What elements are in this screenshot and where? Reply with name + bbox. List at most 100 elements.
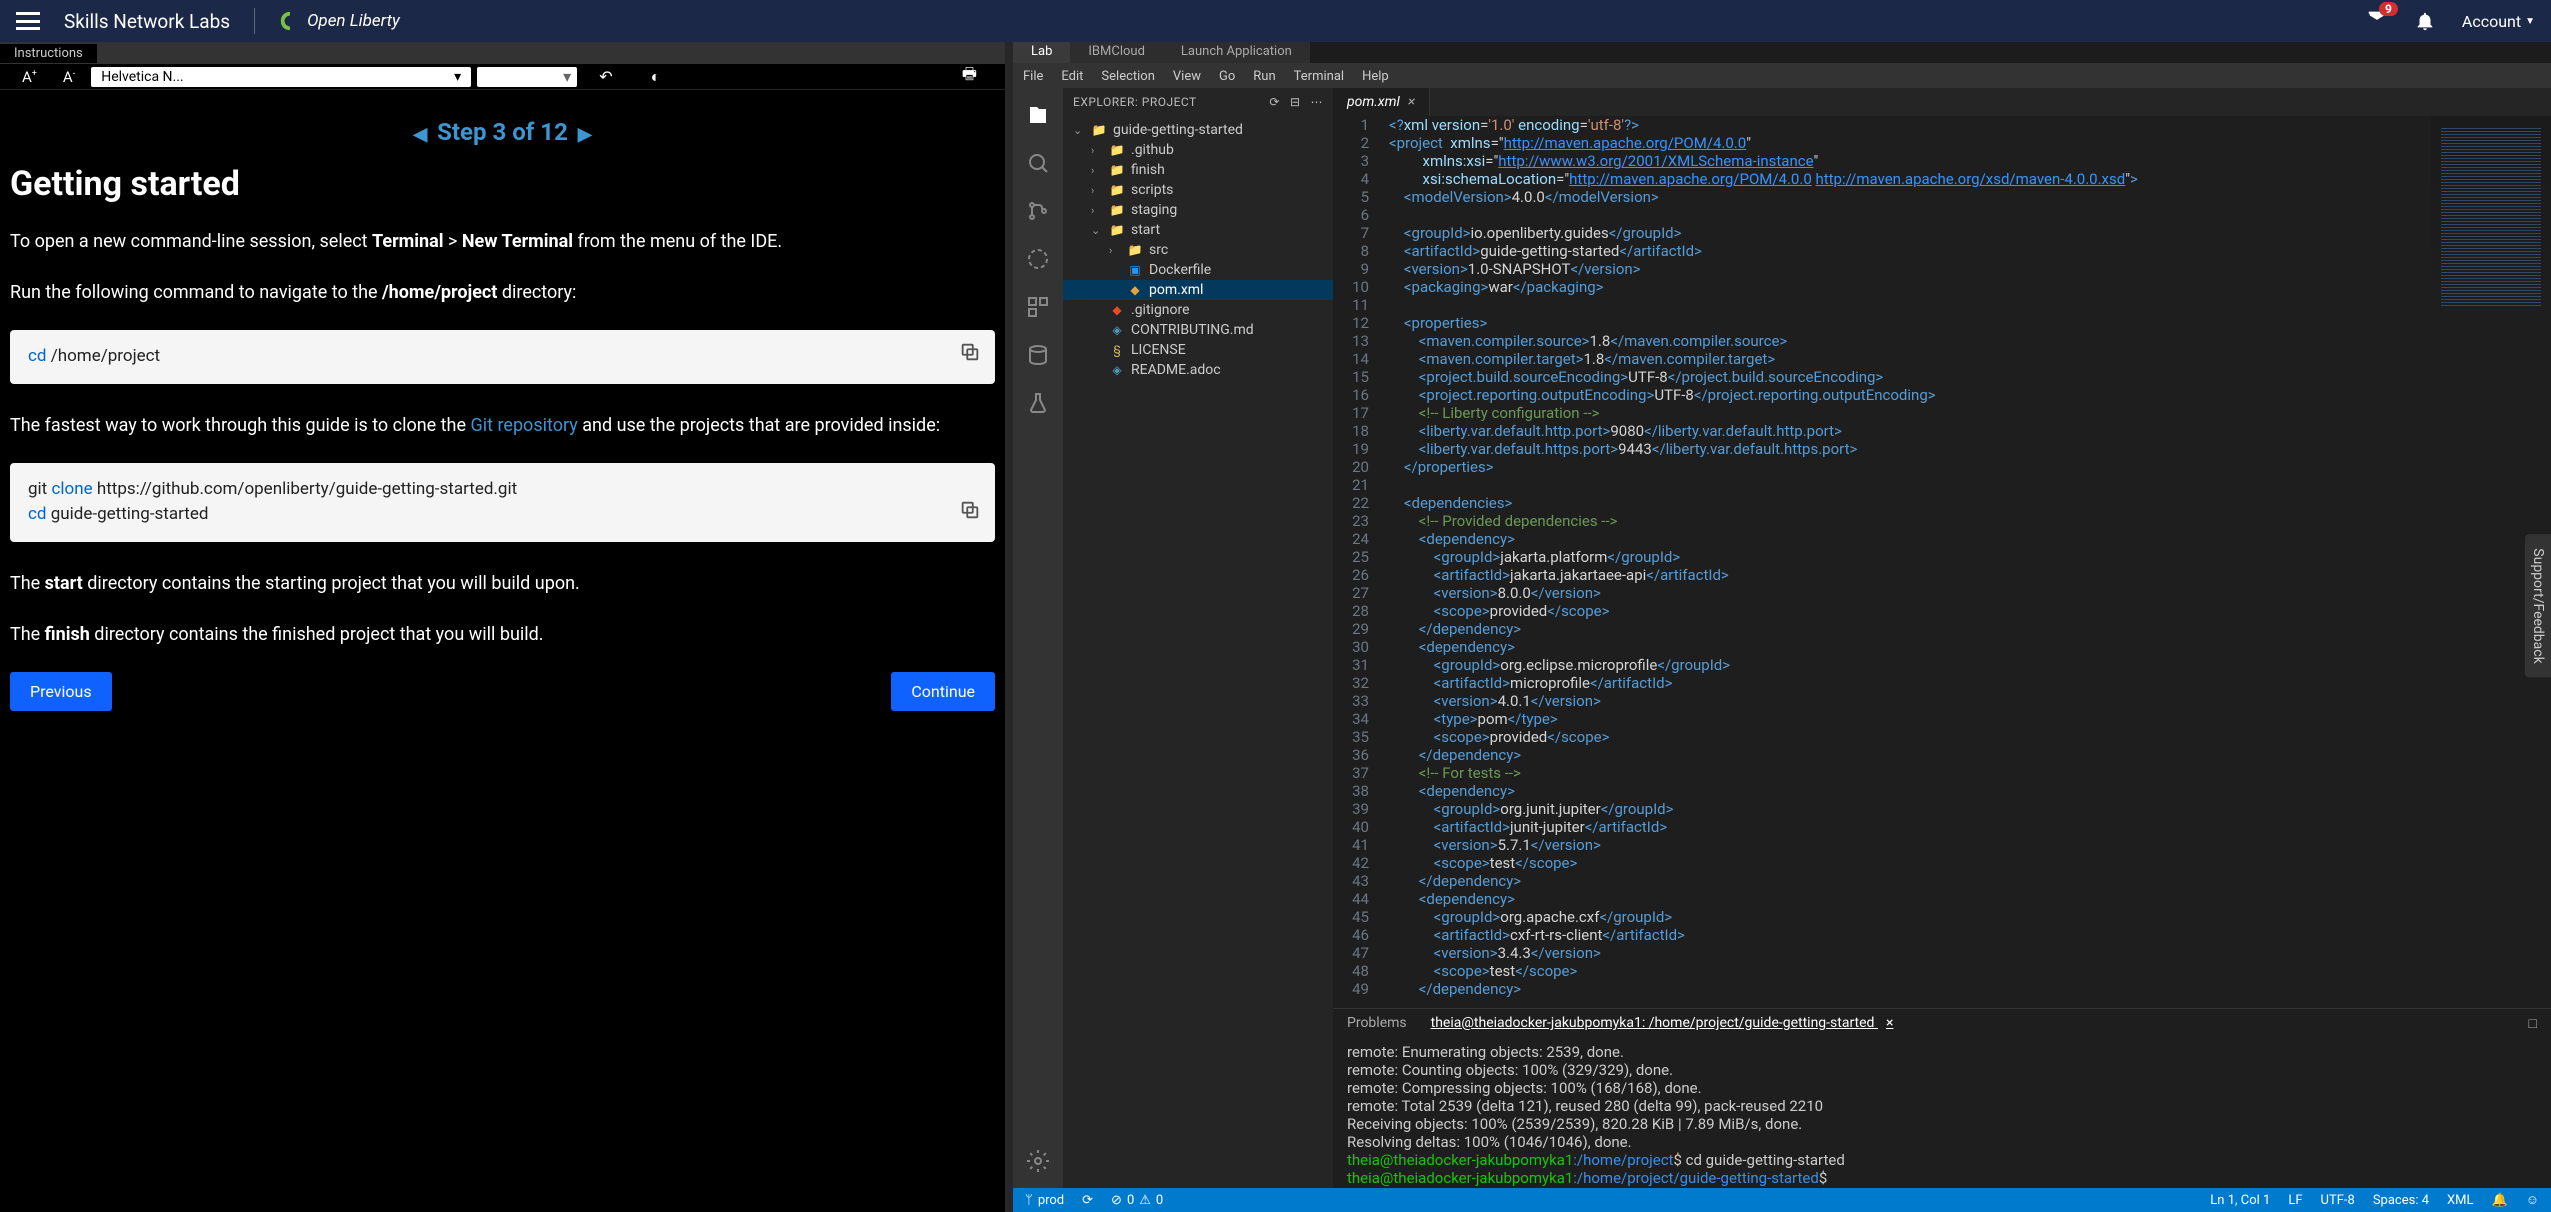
editor-tab-pom[interactable]: pom.xml × xyxy=(1333,88,1430,116)
font-decrease-button[interactable]: A- xyxy=(53,68,85,86)
theme-icon[interactable]: ◐ xyxy=(635,67,677,87)
tab-ibmcloud[interactable]: IBMCloud xyxy=(1070,42,1163,63)
tab-lab[interactable]: Lab xyxy=(1013,42,1070,63)
pane-resize-handle[interactable] xyxy=(1005,42,1013,1212)
editor-tabs: pom.xml × xyxy=(1333,88,2551,116)
collapse-icon[interactable]: ⊟ xyxy=(1290,95,1301,109)
code-block[interactable]: git clone https://github.com/openliberty… xyxy=(10,463,995,542)
previous-button[interactable]: Previous xyxy=(10,672,112,711)
tree-item-start[interactable]: ⌄📁 start xyxy=(1063,220,1333,240)
font-increase-button[interactable]: A+ xyxy=(12,68,47,86)
paragraph: To open a new command-line session, sele… xyxy=(10,228,995,255)
status-language[interactable]: XML xyxy=(2447,1192,2474,1208)
brand-title: Skills Network Labs xyxy=(64,10,230,33)
bottom-panel: Problems theia@theiadocker-jakubpomyka1:… xyxy=(1333,1008,2551,1188)
font-family-select[interactable]: Helvetica N...▾ xyxy=(91,67,471,87)
paragraph: The start directory contains the startin… xyxy=(10,570,995,597)
color-select[interactable]: ▾ xyxy=(477,67,577,87)
tree-item-src[interactable]: ›📁 src xyxy=(1063,240,1333,260)
ide-pane: Lab IBMCloud Launch Application File Edi… xyxy=(1013,42,2551,1212)
liberty-icon[interactable] xyxy=(1025,246,1051,272)
ide-top-tabs: Lab IBMCloud Launch Application xyxy=(1013,42,2551,64)
paragraph: Run the following command to navigate to… xyxy=(10,279,995,306)
instructions-tab-bar: Instructions xyxy=(0,42,1005,64)
status-errors[interactable]: ⊘ 0 ⚠ 0 xyxy=(1111,1193,1163,1208)
product-logo: Open Liberty xyxy=(279,10,400,32)
file-tree: ⌄📁 guide-getting-started›📁 .github›📁 fin… xyxy=(1063,116,1333,1188)
tree-item-pom-xml[interactable]: ◆ pom.xml xyxy=(1063,280,1333,300)
menu-go[interactable]: Go xyxy=(1219,69,1235,84)
status-feedback-icon[interactable]: ☺ xyxy=(2526,1192,2539,1208)
extensions-icon[interactable] xyxy=(1025,294,1051,320)
menu-file[interactable]: File xyxy=(1023,69,1043,84)
feedback-tab[interactable]: Support/Feedback xyxy=(2525,534,2551,677)
status-bell-icon[interactable]: 🔔 xyxy=(2492,1192,2508,1208)
tab-problems[interactable]: Problems xyxy=(1347,1015,1407,1031)
terminal-output[interactable]: remote: Enumerating objects: 2539, done.… xyxy=(1333,1037,2551,1188)
paragraph: The finish directory contains the finish… xyxy=(10,621,995,648)
paragraph: The fastest way to work through this gui… xyxy=(10,412,995,439)
page-title: Getting started xyxy=(10,164,995,204)
account-menu[interactable]: Account▼ xyxy=(2462,12,2535,31)
menu-bar: File Edit Selection View Go Run Terminal… xyxy=(1013,64,2551,88)
status-sync-icon[interactable]: ⟳ xyxy=(1082,1193,1093,1208)
bell-icon[interactable] xyxy=(2414,10,2436,32)
code-block[interactable]: cd /home/project xyxy=(10,330,995,384)
database-icon[interactable] xyxy=(1025,342,1051,368)
menu-view[interactable]: View xyxy=(1173,69,1201,84)
tree-item--github[interactable]: ›📁 .github xyxy=(1063,140,1333,160)
activity-bar xyxy=(1013,88,1063,1188)
copy-icon[interactable] xyxy=(959,499,981,530)
explorer-panel: EXPLORER: PROJECT ⟳ ⊟ ⋯ ⌄📁 guide-getting… xyxy=(1063,88,1333,1188)
tree-item-CONTRIBUTING-md[interactable]: ◈ CONTRIBUTING.md xyxy=(1063,320,1333,340)
status-branch[interactable]: ᛘ prod xyxy=(1025,1193,1064,1208)
instructions-content: ◀ Step 3 of 12 ▶ Getting started To open… xyxy=(0,90,1005,1212)
tab-terminal[interactable]: theia@theiadocker-jakubpomyka1: /home/pr… xyxy=(1431,1015,1894,1031)
tree-item-guide-getting-started[interactable]: ⌄📁 guide-getting-started xyxy=(1063,120,1333,140)
menu-selection[interactable]: Selection xyxy=(1101,69,1154,84)
liberty-icon xyxy=(279,10,301,32)
search-icon[interactable] xyxy=(1025,150,1051,176)
continue-button[interactable]: Continue xyxy=(891,672,995,711)
tree-item-LICENSE[interactable]: § LICENSE xyxy=(1063,340,1333,360)
instructions-toolbar: A+ A- Helvetica N...▾ ▾ ↶ ◐ 🖶 xyxy=(0,64,1005,90)
status-bar: ᛘ prod ⟳ ⊘ 0 ⚠ 0 Ln 1, Col 1 LF UTF-8 Sp… xyxy=(1013,1188,2551,1212)
source-control-icon[interactable] xyxy=(1025,198,1051,224)
copy-icon[interactable] xyxy=(959,341,981,372)
top-bar: Skills Network Labs Open Liberty 9 Accou… xyxy=(0,0,2551,42)
step-next-icon[interactable]: ▶ xyxy=(578,124,592,145)
git-repo-link[interactable]: Git repository xyxy=(470,415,577,436)
maximize-icon[interactable]: □ xyxy=(2529,1015,2537,1032)
close-icon[interactable]: × xyxy=(1408,94,1415,110)
status-cursor[interactable]: Ln 1, Col 1 xyxy=(2210,1192,2270,1208)
divider xyxy=(254,8,255,34)
more-icon[interactable]: ⋯ xyxy=(1311,95,1324,109)
print-icon[interactable]: 🖶 xyxy=(946,63,993,90)
menu-icon[interactable] xyxy=(16,12,40,30)
menu-run[interactable]: Run xyxy=(1253,69,1275,84)
tree-item-Dockerfile[interactable]: ▣ Dockerfile xyxy=(1063,260,1333,280)
explorer-icon[interactable] xyxy=(1025,102,1051,128)
undo-icon[interactable]: ↶ xyxy=(583,67,628,86)
tree-item-finish[interactable]: ›📁 finish xyxy=(1063,160,1333,180)
close-icon[interactable]: × xyxy=(1886,1015,1893,1031)
instructions-tab[interactable]: Instructions xyxy=(0,44,97,63)
step-navigator: ◀ Step 3 of 12 ▶ xyxy=(10,118,995,146)
menu-terminal[interactable]: Terminal xyxy=(1294,69,1344,84)
gear-icon[interactable] xyxy=(1025,1148,1051,1174)
status-encoding[interactable]: UTF-8 xyxy=(2321,1192,2355,1208)
status-eol[interactable]: LF xyxy=(2288,1192,2302,1208)
code-editor[interactable]: 1234567891011121314151617181920212223242… xyxy=(1333,116,2551,1008)
flask-icon[interactable] xyxy=(1025,390,1051,416)
menu-edit[interactable]: Edit xyxy=(1061,69,1083,84)
tab-launch[interactable]: Launch Application xyxy=(1163,42,1310,63)
announcements-icon[interactable]: 9 xyxy=(2366,8,2388,34)
tree-item--gitignore[interactable]: ◆ .gitignore xyxy=(1063,300,1333,320)
tree-item-README-adoc[interactable]: ◈ README.adoc xyxy=(1063,360,1333,380)
tree-item-scripts[interactable]: ›📁 scripts xyxy=(1063,180,1333,200)
tree-item-staging[interactable]: ›📁 staging xyxy=(1063,200,1333,220)
menu-help[interactable]: Help xyxy=(1362,69,1389,84)
refresh-icon[interactable]: ⟳ xyxy=(1269,95,1280,109)
step-prev-icon[interactable]: ◀ xyxy=(413,124,427,145)
status-indent[interactable]: Spaces: 4 xyxy=(2373,1192,2429,1208)
